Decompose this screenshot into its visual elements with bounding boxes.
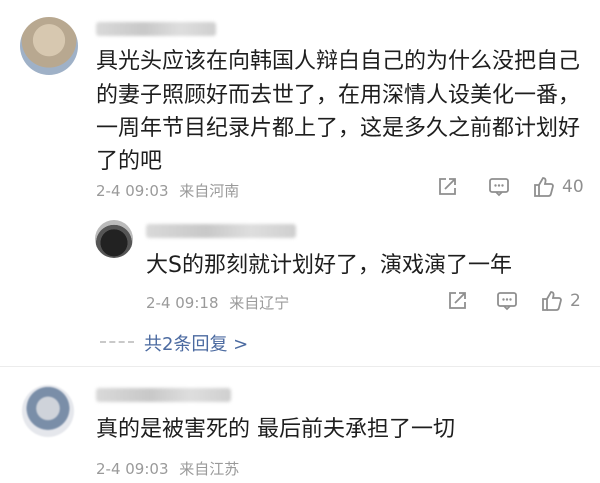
reply-text: 大S的那刻就计划好了，演戏演了一年 <box>146 253 512 278</box>
comment-button[interactable] <box>488 176 510 198</box>
reply-location: 来自辽宁 <box>229 294 290 312</box>
like-button[interactable]: 40 <box>532 175 584 199</box>
like-icon <box>540 289 564 313</box>
like-icon <box>532 175 556 199</box>
avatar[interactable] <box>20 17 78 75</box>
comment-text-line: 一周年节目纪录片都上了，这是多久之前都计划好 <box>96 116 581 141</box>
avatar[interactable] <box>22 385 74 437</box>
comment-location: 来自江苏 <box>179 460 240 478</box>
dashed-divider <box>100 341 134 345</box>
username-blurred[interactable] <box>146 224 296 238</box>
share-button[interactable] <box>436 176 458 198</box>
comment-button[interactable] <box>496 290 518 312</box>
comment-icon <box>488 176 510 198</box>
reply-date: 2-4 09:18 <box>146 294 219 312</box>
comment-text-line: 的妻子照顾好而去世了，在用深情人设美化一番， <box>96 83 581 108</box>
reply-actions: 2 <box>446 289 581 313</box>
share-button[interactable] <box>446 290 468 312</box>
more-replies-label: 共2条回复 > <box>144 334 249 355</box>
comment-icon <box>496 290 518 312</box>
share-icon <box>446 290 468 312</box>
comment-location: 来自河南 <box>179 182 240 200</box>
share-icon <box>436 176 458 198</box>
avatar[interactable] <box>95 220 133 258</box>
comment-text-line: 具光头应该在向韩国人辩白自己的为什么没把自己 <box>96 49 581 74</box>
like-count: 2 <box>570 291 581 311</box>
more-replies-link[interactable]: 共2条回复 > <box>100 330 248 356</box>
comment-actions: 40 <box>436 175 584 199</box>
username-blurred[interactable] <box>96 388 231 402</box>
comment-meta: 2-4 09:03 来自江苏 <box>96 458 239 479</box>
comment-date: 2-4 09:03 <box>96 182 169 200</box>
like-button[interactable]: 2 <box>540 289 581 313</box>
comment-divider <box>0 366 600 367</box>
comment-text: 真的是被害死的 最后前夫承担了一切 <box>96 417 455 442</box>
comment-meta: 2-4 09:03 来自河南 <box>96 180 239 201</box>
like-count: 40 <box>562 177 584 197</box>
username-blurred[interactable] <box>96 22 216 36</box>
comment-text-line: 了的吧 <box>96 149 163 174</box>
comment-date: 2-4 09:03 <box>96 460 169 478</box>
reply-meta: 2-4 09:18 来自辽宁 <box>146 292 289 313</box>
